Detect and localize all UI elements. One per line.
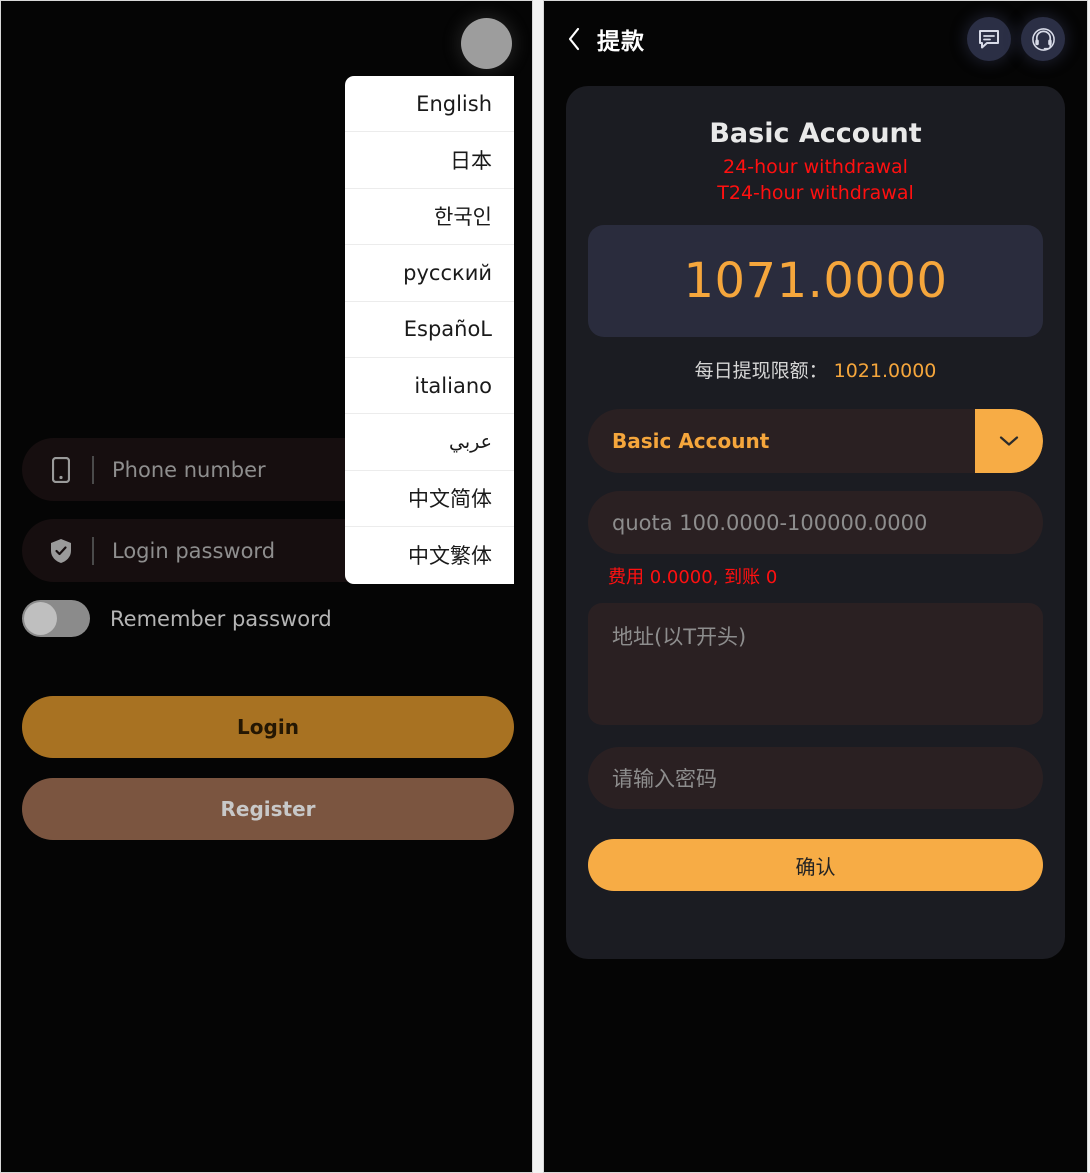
daily-limit-label: 每日提现限额： [694,360,828,383]
headset-support-icon[interactable] [1021,17,1065,61]
balance-box: 1071.0000 [588,225,1043,338]
language-option-japanese[interactable]: 日本 [345,132,514,189]
confirm-button[interactable]: 确认 [588,839,1043,892]
topbar-actions [967,17,1065,61]
account-note: 24-hour withdrawal T24-hour withdrawal [588,155,1043,206]
chevron-down-icon[interactable] [975,409,1043,474]
language-option-chinese-simplified[interactable]: 中文简体 [345,471,514,528]
back-chevron-icon[interactable] [563,27,585,51]
withdraw-password-input[interactable]: 请输入密码 [588,747,1043,810]
withdraw-topbar: 提款 [544,1,1087,77]
amount-input[interactable]: quota 100.0000-100000.0000 [588,491,1043,555]
remember-password-row[interactable]: Remember password [22,600,514,637]
phone-input-placeholder: Phone number [112,457,266,482]
page-title: 提款 [597,29,645,55]
login-button[interactable]: Login [22,696,514,758]
account-type-select[interactable]: Basic Account [588,409,1043,474]
daily-limit-row: 每日提现限额： 1021.0000 [588,356,1043,383]
daily-limit-value: 1021.0000 [833,360,937,383]
login-panel: English 日本 한국인 русский EspañoL italiano … [0,0,533,1173]
language-option-chinese-traditional[interactable]: 中文繁体 [345,527,514,583]
language-dropdown-menu[interactable]: English 日本 한국인 русский EspañoL italiano … [345,76,514,584]
avatar-circle-icon[interactable] [461,18,512,69]
login-password-placeholder: Login password [112,538,276,563]
register-button[interactable]: Register [22,778,514,840]
language-option-spanish[interactable]: EspañoL [345,302,514,358]
withdraw-card: Basic Account 24-hour withdrawal T24-hou… [566,86,1065,959]
language-option-italian[interactable]: italiano [345,358,514,415]
language-option-russian[interactable]: русский [345,245,514,302]
account-type-select-value: Basic Account [612,429,770,454]
address-input[interactable]: 地址(以T开头) [588,603,1043,726]
panel-divider [533,0,543,1173]
language-option-korean[interactable]: 한국인 [345,189,514,246]
account-note-line-2: T24-hour withdrawal [717,181,914,204]
field-divider [92,455,94,484]
account-note-line-1: 24-hour withdrawal [723,156,908,178]
field-divider [92,536,94,565]
withdraw-panel: 提款 Basic Account 24-hour withdrawal T24-… [543,0,1088,1173]
balance-value: 1071.0000 [683,253,948,310]
mobile-phone-icon [48,456,74,483]
shield-check-icon [48,538,74,564]
withdraw-password-placeholder: 请输入密码 [612,767,717,792]
toggle-knob [24,602,57,635]
language-option-english[interactable]: English [345,76,514,133]
language-option-arabic[interactable]: عربي [345,414,514,471]
amount-input-placeholder: quota 100.0000-100000.0000 [612,510,928,535]
address-input-placeholder: 地址(以T开头) [612,625,747,650]
app-screen: English 日本 한국인 русский EspañoL italiano … [0,0,1090,1173]
remember-password-label: Remember password [110,606,332,631]
chat-bubble-icon[interactable] [967,17,1011,61]
account-title: Basic Account [709,118,922,149]
remember-password-toggle[interactable] [22,600,90,637]
fee-note: 费用 0.0000, 到账 0 [608,567,778,589]
